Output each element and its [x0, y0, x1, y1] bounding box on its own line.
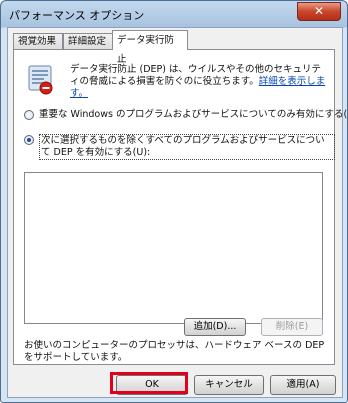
tab-label: 視覚効果 — [18, 36, 57, 47]
title-bar[interactable]: パフォーマンス オプション ✕ — [1, 1, 347, 27]
remove-button[interactable]: 削除(E) — [261, 318, 323, 336]
add-button[interactable]: 追加(D)... — [184, 318, 246, 336]
cancel-button[interactable]: キャンセル — [194, 375, 264, 395]
dep-tab-panel: データ実行防止 (DEP) は、ウイルスやその他のセキュリティの脅威による損害を… — [13, 49, 347, 365]
tab-visual-effects[interactable]: 視覚効果 — [13, 33, 63, 49]
option-essential-only-label: 重要な Windows のプログラムおよびサービスについてのみ有効にする(T) — [39, 109, 348, 120]
radio-all-except-selected[interactable] — [24, 135, 34, 145]
performance-options-window: パフォーマンス オプション ✕ 視覚効果 詳細設定 データ実行防止 データ実行防… — [0, 0, 348, 403]
ok-highlight-box — [110, 372, 188, 394]
dep-description: データ実行防止 (DEP) は、ウイルスやその他のセキュリティの脅威による損害を… — [70, 64, 328, 100]
tab-advanced[interactable]: 詳細設定 — [63, 33, 113, 49]
close-button[interactable]: ✕ — [297, 2, 341, 21]
tab-label: 詳細設定 — [68, 36, 107, 47]
window-title: パフォーマンス オプション — [9, 9, 145, 22]
apply-button[interactable]: 適用(A) — [270, 375, 336, 395]
close-icon: ✕ — [313, 4, 325, 18]
option-all-except-selected-label: 次に選択するものを除くすべてのプログラムおよびサービスについて DEP を有効に… — [39, 134, 335, 160]
dep-shield-icon — [28, 65, 53, 95]
dialog-body: 視覚効果 詳細設定 データ実行防止 データ実行防止 (DEP) は、ウイルスやそ… — [7, 27, 347, 398]
radio-essential-only[interactable] — [24, 110, 34, 120]
dep-exceptions-list[interactable] — [24, 172, 323, 324]
processor-support-note: お使いのコンピューターのプロセッサは、ハードウェア ベースの DEP をサポート… — [24, 340, 325, 363]
tab-data-execution-prevention[interactable]: データ実行防止 — [112, 30, 188, 65]
